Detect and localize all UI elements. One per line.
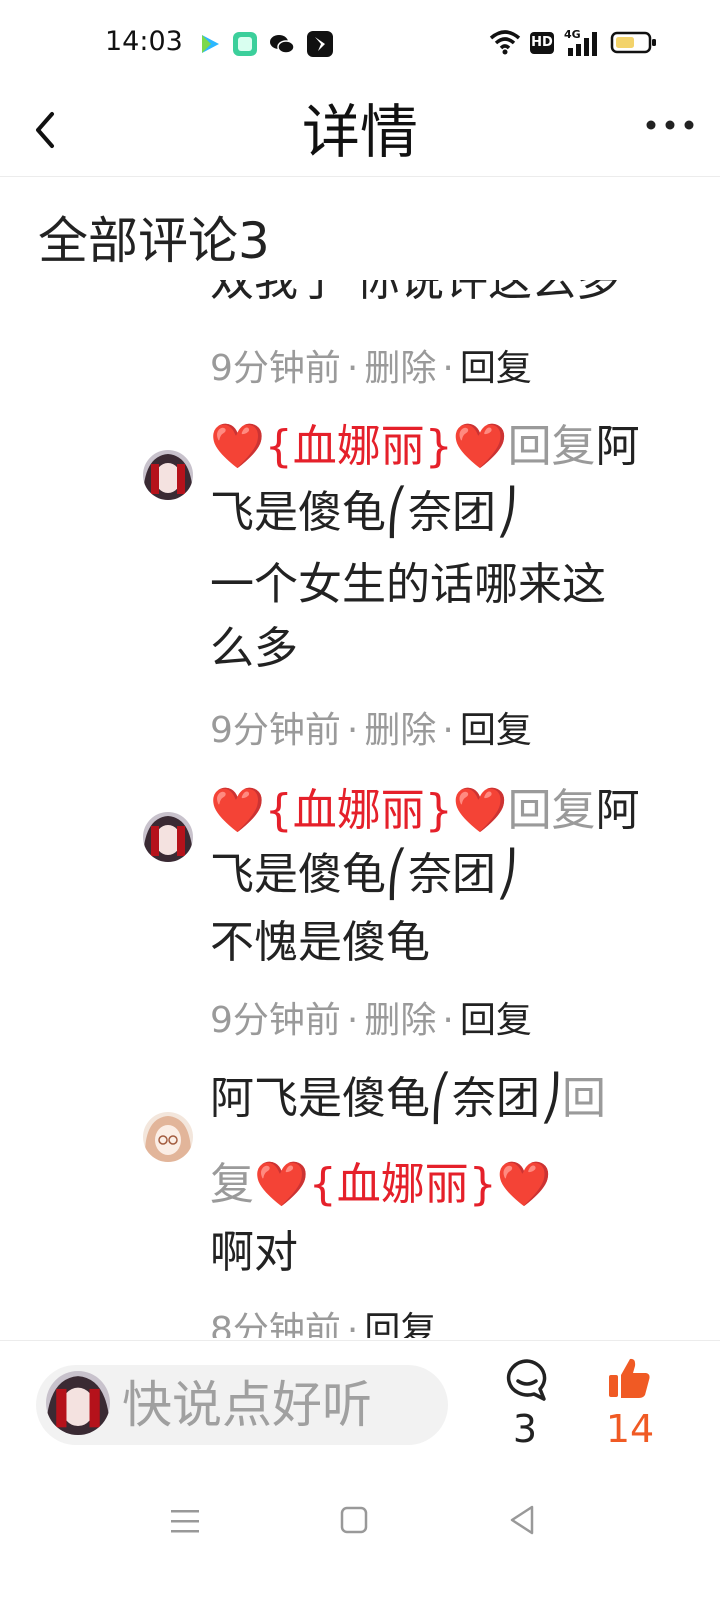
comment-text: 么多: [210, 623, 298, 674]
comment-icon[interactable]: [504, 1357, 550, 1403]
comment-meta: 8分钟前 · 回复: [210, 1306, 436, 1338]
system-nav-bar: [0, 1460, 720, 1600]
avatar[interactable]: [143, 450, 193, 500]
top-nav-bar: 详情: [0, 88, 720, 177]
reply-word-continued: 复: [210, 1159, 254, 1210]
gallery-app-icon: [233, 32, 257, 56]
reply-link[interactable]: 回复: [460, 710, 532, 751]
username[interactable]: ❤️{血娜丽}❤️: [210, 785, 508, 836]
wechat-icon: [270, 35, 295, 54]
avatar-image: [46, 1371, 110, 1435]
signal-bars-icon: [568, 32, 597, 56]
comment-header: 阿飞是傻龟⎛奈团⎠回: [210, 1068, 606, 1130]
all-comments-title: 全部评论3: [38, 212, 270, 270]
avatar[interactable]: [143, 812, 193, 862]
reply-word: 回复: [507, 421, 596, 472]
comment-time: 9分钟前: [210, 1000, 341, 1041]
comment-text: 不愧是傻龟: [210, 917, 430, 968]
status-bar: 14:03 HD 4G: [0, 0, 720, 88]
avatar-image: [143, 450, 193, 500]
comment-meta: 9分钟前 · 删除 · 回复: [210, 710, 532, 751]
my-avatar: [46, 1371, 110, 1435]
reply-target-continued[interactable]: 飞是傻龟⎛奈团⎠: [210, 482, 518, 544]
wifi-icon: [489, 30, 521, 55]
input-placeholder: 快说点好听: [122, 1376, 372, 1434]
page-title: 详情: [301, 98, 418, 166]
reply-target[interactable]: ❤️{血娜丽}❤️: [254, 1159, 552, 1210]
comment-text: 啊对: [210, 1227, 298, 1278]
reply-link[interactable]: 回复: [460, 1000, 532, 1041]
comment-meta: 9分钟前 · 删除 · 回复: [210, 348, 532, 389]
more-options-icon[interactable]: [644, 118, 696, 132]
delete-link[interactable]: 删除: [364, 1000, 436, 1041]
reply-target[interactable]: 阿: [596, 421, 640, 472]
like-count: 14: [605, 1407, 655, 1451]
comment-header: ❤️{血娜丽}❤️回复阿: [210, 780, 640, 842]
comment-time: 9分钟前: [210, 348, 341, 389]
signal-indicator: 4G: [564, 26, 604, 58]
comment-count: 3: [512, 1407, 538, 1451]
comment-time: 9分钟前: [210, 710, 341, 751]
delete-link[interactable]: 删除: [364, 348, 436, 389]
thumbs-up-icon[interactable]: [606, 1355, 652, 1401]
back-triangle-icon[interactable]: [508, 1504, 536, 1536]
clipped-comment-text: 双我了 你说许这么多: [210, 280, 620, 306]
reply-link[interactable]: 回复: [460, 348, 532, 389]
delete-link[interactable]: 删除: [364, 710, 436, 751]
menu-icon[interactable]: [170, 1506, 200, 1536]
reply-word: 回: [562, 1073, 606, 1124]
comments-list[interactable]: 双我了 你说许这么多 9分钟前 · 删除 · 回复 ❤️{血娜丽}❤️回复阿 飞是傻龟⎛…: [0, 280, 720, 1338]
comment-time: 8分钟前: [210, 1310, 341, 1338]
comment-input-bar: 快说点好听 3 14: [0, 1340, 720, 1461]
home-icon[interactable]: [340, 1506, 368, 1534]
avatar[interactable]: [143, 1112, 193, 1162]
app-notification-icon: [307, 31, 333, 57]
hd-badge: HD: [530, 32, 554, 54]
reply-word: 回复: [507, 785, 596, 836]
comment-text: 一个女生的话哪来这: [210, 559, 606, 610]
avatar-image: [143, 812, 193, 862]
reply-target-continued[interactable]: 飞是傻龟⎛奈团⎠: [210, 844, 518, 906]
reply-target-line: 复❤️{血娜丽}❤️: [210, 1154, 552, 1216]
reply-target[interactable]: 阿: [596, 785, 640, 836]
status-time: 14:03: [105, 26, 183, 57]
comment-meta: 9分钟前 · 删除 · 回复: [210, 1000, 532, 1041]
comment-header: ❤️{血娜丽}❤️回复阿: [210, 416, 640, 478]
battery-icon: [610, 31, 656, 54]
comment-input[interactable]: 快说点好听: [36, 1365, 448, 1445]
avatar-image: [143, 1112, 193, 1162]
reply-link[interactable]: 回复: [364, 1310, 436, 1338]
video-app-icon: [202, 35, 219, 53]
username[interactable]: ❤️{血娜丽}❤️: [210, 421, 508, 472]
username[interactable]: 阿飞是傻龟⎛奈团⎠: [210, 1073, 562, 1124]
